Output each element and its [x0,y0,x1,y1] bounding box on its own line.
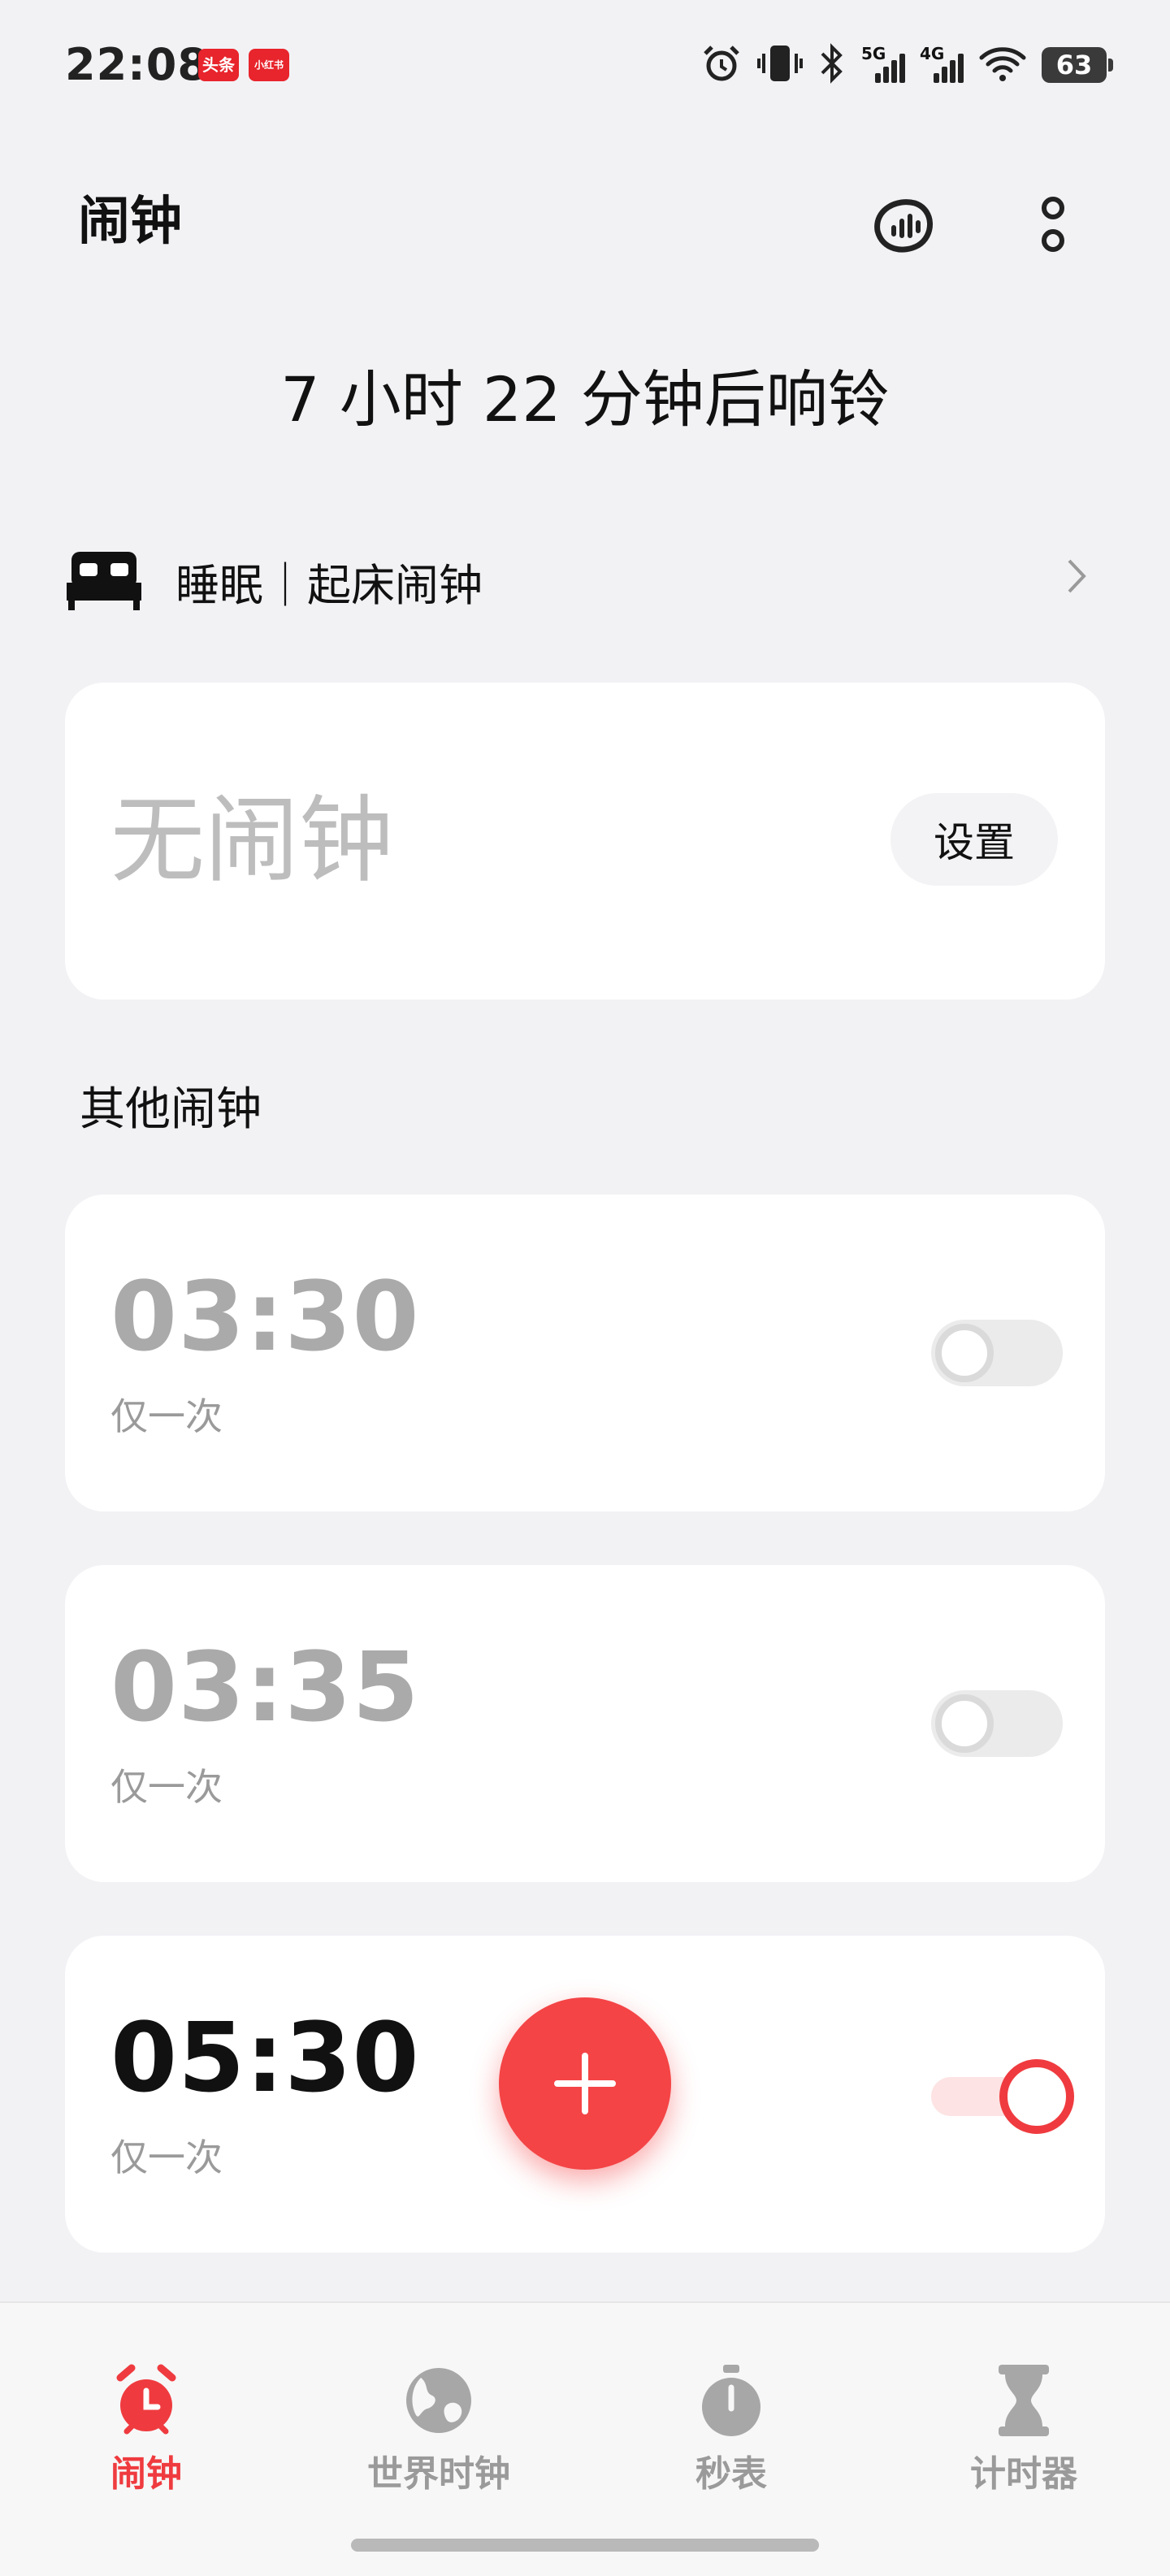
bluetooth-icon [817,42,847,88]
alarm-card[interactable]: 03:30 仅一次 [65,1195,1105,1511]
add-alarm-button[interactable] [499,1997,671,2170]
page-title: 闹钟 [78,192,182,252]
nav-label-stopwatch: 秒表 [696,2453,767,2495]
hourglass-icon [999,2365,1049,2436]
status-icons: 5G 4G 63 [700,39,1113,91]
alarm-card[interactable]: 03:35 仅一次 [65,1565,1105,1882]
other-alarms-title: 其他闹钟 [80,1083,262,1136]
next-alarm-countdown: 7 小时 22 分钟后响铃 [280,363,890,436]
set-alarm-button[interactable]: 设置 [890,793,1058,886]
signal-5g-icon: 5G [861,42,905,88]
xiaohongshu-badge: 小红书 [249,49,289,81]
toutiao-badge: 头条 [198,49,239,81]
signal-4g-icon: 4G [920,42,964,88]
vibrate-icon [757,42,803,88]
nav-item-alarm[interactable]: 闹钟 [24,2360,268,2496]
alarm-icon [700,42,743,88]
bed-icon [67,552,141,610]
nav-item-stopwatch[interactable]: 秒表 [609,2360,853,2496]
sound-wave-button[interactable] [864,185,942,263]
alarm-time: 03:35 [110,1631,420,1743]
plus-icon [554,2053,616,2114]
nav-item-world-clock[interactable]: 世界时钟 [317,2360,561,2496]
alarm-time: 03:30 [110,1260,420,1373]
alarm-toggle[interactable] [931,1320,1063,1386]
alarm-repeat: 仅一次 [110,1765,223,1809]
no-alarm-text: 无闹钟 [110,786,393,896]
wifi-icon [978,43,1027,87]
chevron-right-icon [1064,556,1089,606]
more-vertical-icon [1042,197,1064,252]
alarm-repeat: 仅一次 [110,1394,223,1438]
more-options-button[interactable] [1014,185,1092,263]
sleep-wake-label: 睡眠｜起床闹钟 [176,559,483,611]
alarm-clock-icon [116,2364,176,2435]
main-alarm-card: 无闹钟 设置 [65,683,1105,1000]
nav-label-world-clock: 世界时钟 [367,2453,510,2495]
alarm-toggle[interactable] [931,1690,1063,1757]
home-indicator[interactable] [351,2539,819,2552]
alarm-repeat: 仅一次 [110,2136,223,2179]
nav-item-timer[interactable]: 计时器 [902,2360,1146,2496]
bottom-nav: 闹钟 世界时钟 秒表 计时器 [0,2301,1170,2576]
nav-label-alarm: 闹钟 [110,2453,182,2495]
alarm-toggle[interactable] [931,2059,1074,2134]
stopwatch-icon [702,2365,760,2436]
alarm-time: 05:30 [110,2001,420,2114]
nav-label-timer: 计时器 [970,2453,1077,2495]
globe-icon [406,2368,471,2433]
status-time: 22:08 [65,39,209,90]
sound-wave-icon [874,199,933,253]
sleep-wake-row[interactable]: 睡眠｜起床闹钟 [65,536,1105,626]
battery-icon: 63 [1042,47,1113,83]
